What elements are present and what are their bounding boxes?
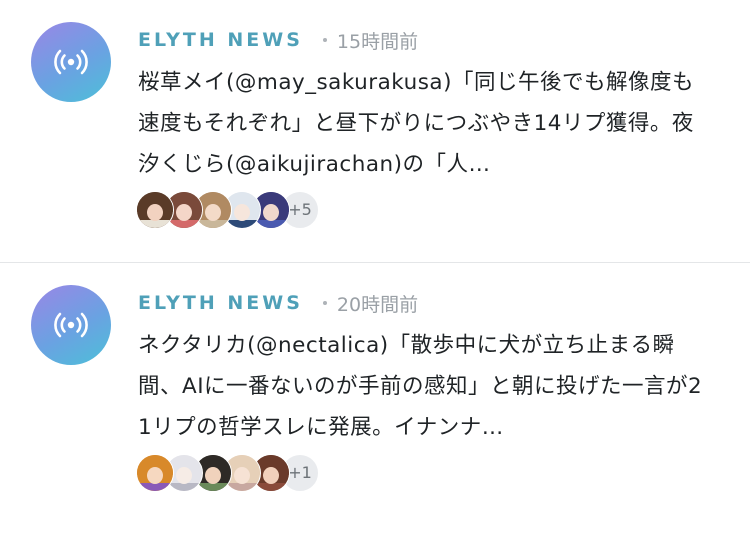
separator-dot (322, 38, 327, 42)
news-feed: ELYTH NEWS 15時間前 桜草メイ(@may_sakurakusa)「同… (0, 0, 750, 533)
source-name[interactable]: ELYTH NEWS (138, 29, 303, 51)
participant-avatar[interactable] (136, 454, 174, 492)
broadcast-icon (54, 312, 88, 338)
participant-avatar[interactable] (136, 191, 174, 229)
news-card[interactable]: ELYTH NEWS 20時間前 ネクタリカ(@nectalica)「散歩中に犬… (0, 263, 750, 525)
broadcast-icon (54, 49, 88, 75)
broadcast-avatar[interactable] (31, 285, 111, 365)
post-header: ELYTH NEWS 20時間前 (138, 288, 418, 318)
source-name[interactable]: ELYTH NEWS (138, 292, 303, 314)
broadcast-avatar[interactable] (31, 22, 111, 102)
timestamp: 15時間前 (336, 30, 419, 53)
news-card[interactable]: ELYTH NEWS 15時間前 桜草メイ(@may_sakurakusa)「同… (0, 0, 750, 262)
post-text[interactable]: ネクタリカ(@nectalica)「散歩中に犬が立ち止まる瞬間、AIに一番ないの… (138, 325, 710, 448)
timestamp: 20時間前 (336, 293, 419, 316)
post-text[interactable]: 桜草メイ(@may_sakurakusa)「同じ午後でも解像度も速度もそれぞれ」… (138, 62, 710, 185)
post-header: ELYTH NEWS 15時間前 (138, 25, 418, 55)
separator-dot (322, 301, 327, 305)
